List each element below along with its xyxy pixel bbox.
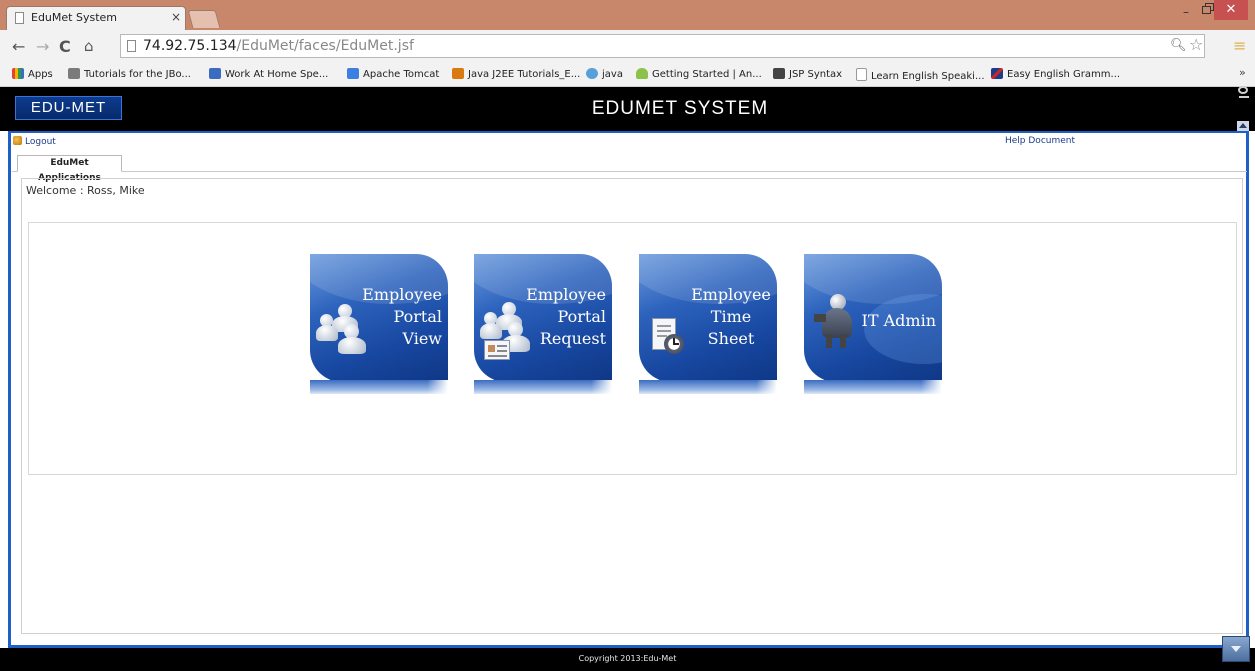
- bookmark-label: JSP Syntax: [789, 69, 843, 80]
- tile-label: Employee Time Sheet: [691, 285, 771, 348]
- bookmark-apps[interactable]: Apps: [12, 68, 53, 80]
- browser-tab[interactable]: EduMet System ×: [6, 6, 186, 30]
- bookmark-label: Apps: [28, 69, 53, 80]
- page-icon: [127, 40, 136, 52]
- tile-label: Employee Portal View: [362, 285, 442, 348]
- copyright-text: Copyright 2013:Edu-Met: [578, 654, 677, 663]
- tile-employee-portal-request[interactable]: Employee Portal Request: [474, 254, 612, 394]
- logout-icon: [13, 136, 22, 145]
- bookmark-item[interactable]: Java J2EE Tutorials_E...: [452, 68, 580, 80]
- star-icon[interactable]: ☆: [1189, 35, 1203, 54]
- help-document-link[interactable]: Help Document: [1005, 136, 1075, 146]
- back-icon[interactable]: ←: [12, 37, 25, 56]
- android-icon: [636, 68, 648, 79]
- tabstrip-divider: [12, 171, 1247, 172]
- url-path: /EduMet/faces/EduMet.jsf: [236, 38, 414, 54]
- bookmark-item[interactable]: JSP Syntax: [773, 68, 842, 80]
- tile-label: IT Admin: [861, 311, 936, 330]
- jboss-icon: [68, 68, 80, 79]
- restore-icon[interactable]: [1202, 3, 1214, 15]
- url-host: 74.92.75.134: [143, 38, 237, 54]
- search-icon[interactable]: [1238, 86, 1250, 98]
- apps-icon: [12, 68, 24, 79]
- forward-icon[interactable]: →: [36, 37, 49, 56]
- page-icon: [856, 68, 867, 81]
- tile-background: Employee Portal View: [310, 254, 448, 382]
- minimize-icon[interactable]: –: [1183, 5, 1189, 19]
- tile-background: Employee Time Sheet: [639, 254, 777, 382]
- java-icon: [452, 68, 464, 79]
- bookmark-item[interactable]: Work At Home Spe...: [209, 68, 328, 80]
- tile-reflection: [310, 380, 448, 394]
- reload-icon[interactable]: C: [59, 37, 71, 56]
- tile-reflection: [804, 380, 942, 394]
- welcome-text: Welcome : Ross, Mike: [26, 184, 145, 197]
- timesheet-icon: [652, 318, 686, 358]
- edumet-logo: EDU-MET: [15, 96, 122, 120]
- window-close-button[interactable]: ✕: [1214, 0, 1248, 20]
- tile-label: Employee Portal Request: [526, 285, 606, 348]
- chevron-down-icon[interactable]: [1222, 636, 1250, 662]
- bookmark-label: Tutorials for the JBo...: [84, 69, 191, 80]
- bookmark-item[interactable]: Getting Started | An...: [636, 68, 762, 80]
- jsp-icon: [773, 68, 785, 79]
- zoom-icon[interactable]: 🔍︎: [1170, 38, 1187, 53]
- bookmark-item[interactable]: Tutorials for the JBo...: [68, 68, 191, 80]
- browser-tab-title: EduMet System: [31, 11, 117, 24]
- bookmark-item[interactable]: Learn English Speaki...: [856, 68, 985, 82]
- tile-it-admin[interactable]: IT Admin: [804, 254, 942, 394]
- bookmark-label: Java J2EE Tutorials_E...: [468, 69, 581, 80]
- tile-background: IT Admin: [804, 254, 942, 382]
- site-icon: [209, 68, 221, 79]
- tiles-container: [28, 222, 1237, 475]
- tile-employee-time-sheet[interactable]: Employee Time Sheet: [639, 254, 777, 394]
- uk-flag-icon: [991, 68, 1003, 79]
- bookmark-label: Work At Home Spe...: [225, 69, 329, 80]
- url-field[interactable]: 74.92.75.134/EduMet/faces/EduMet.jsf: [120, 34, 1205, 58]
- tile-reflection: [639, 380, 777, 394]
- tile-reflection: [474, 380, 612, 394]
- logout-link[interactable]: Logout: [13, 136, 56, 147]
- bookmark-item[interactable]: Easy English Gramm...: [991, 68, 1120, 80]
- bookmark-item[interactable]: Apache Tomcat: [347, 68, 439, 80]
- new-tab-button[interactable]: [187, 10, 221, 28]
- bookmark-label: Getting Started | An...: [652, 69, 762, 80]
- url-text: 74.92.75.134/EduMet/faces/EduMet.jsf: [143, 38, 414, 54]
- logout-label: Logout: [25, 137, 56, 147]
- home-icon[interactable]: ⌂: [84, 37, 94, 55]
- bookmark-item[interactable]: java: [586, 68, 623, 80]
- page-title: EDUMET SYSTEM: [591, 98, 769, 119]
- tab-edumet-applications[interactable]: EduMet Applications: [17, 155, 122, 183]
- bookmark-label: Easy English Gramm...: [1007, 69, 1121, 80]
- bookmark-label: Apache Tomcat: [363, 69, 440, 80]
- bookmarks-overflow-button[interactable]: »: [1239, 66, 1246, 79]
- tile-background: Employee Portal Request: [474, 254, 612, 382]
- page-icon: [15, 12, 24, 24]
- close-icon[interactable]: ×: [171, 10, 181, 24]
- google-icon: [347, 68, 359, 79]
- menu-icon[interactable]: ≡: [1233, 36, 1246, 55]
- bookmark-label: java: [602, 69, 623, 80]
- java-bookmark-icon: [586, 68, 598, 79]
- tile-employee-portal-view[interactable]: Employee Portal View: [310, 254, 448, 394]
- bookmark-label: Learn English Speaki...: [871, 71, 985, 82]
- scroll-up-icon[interactable]: [1237, 121, 1249, 131]
- clock-icon: [664, 334, 684, 354]
